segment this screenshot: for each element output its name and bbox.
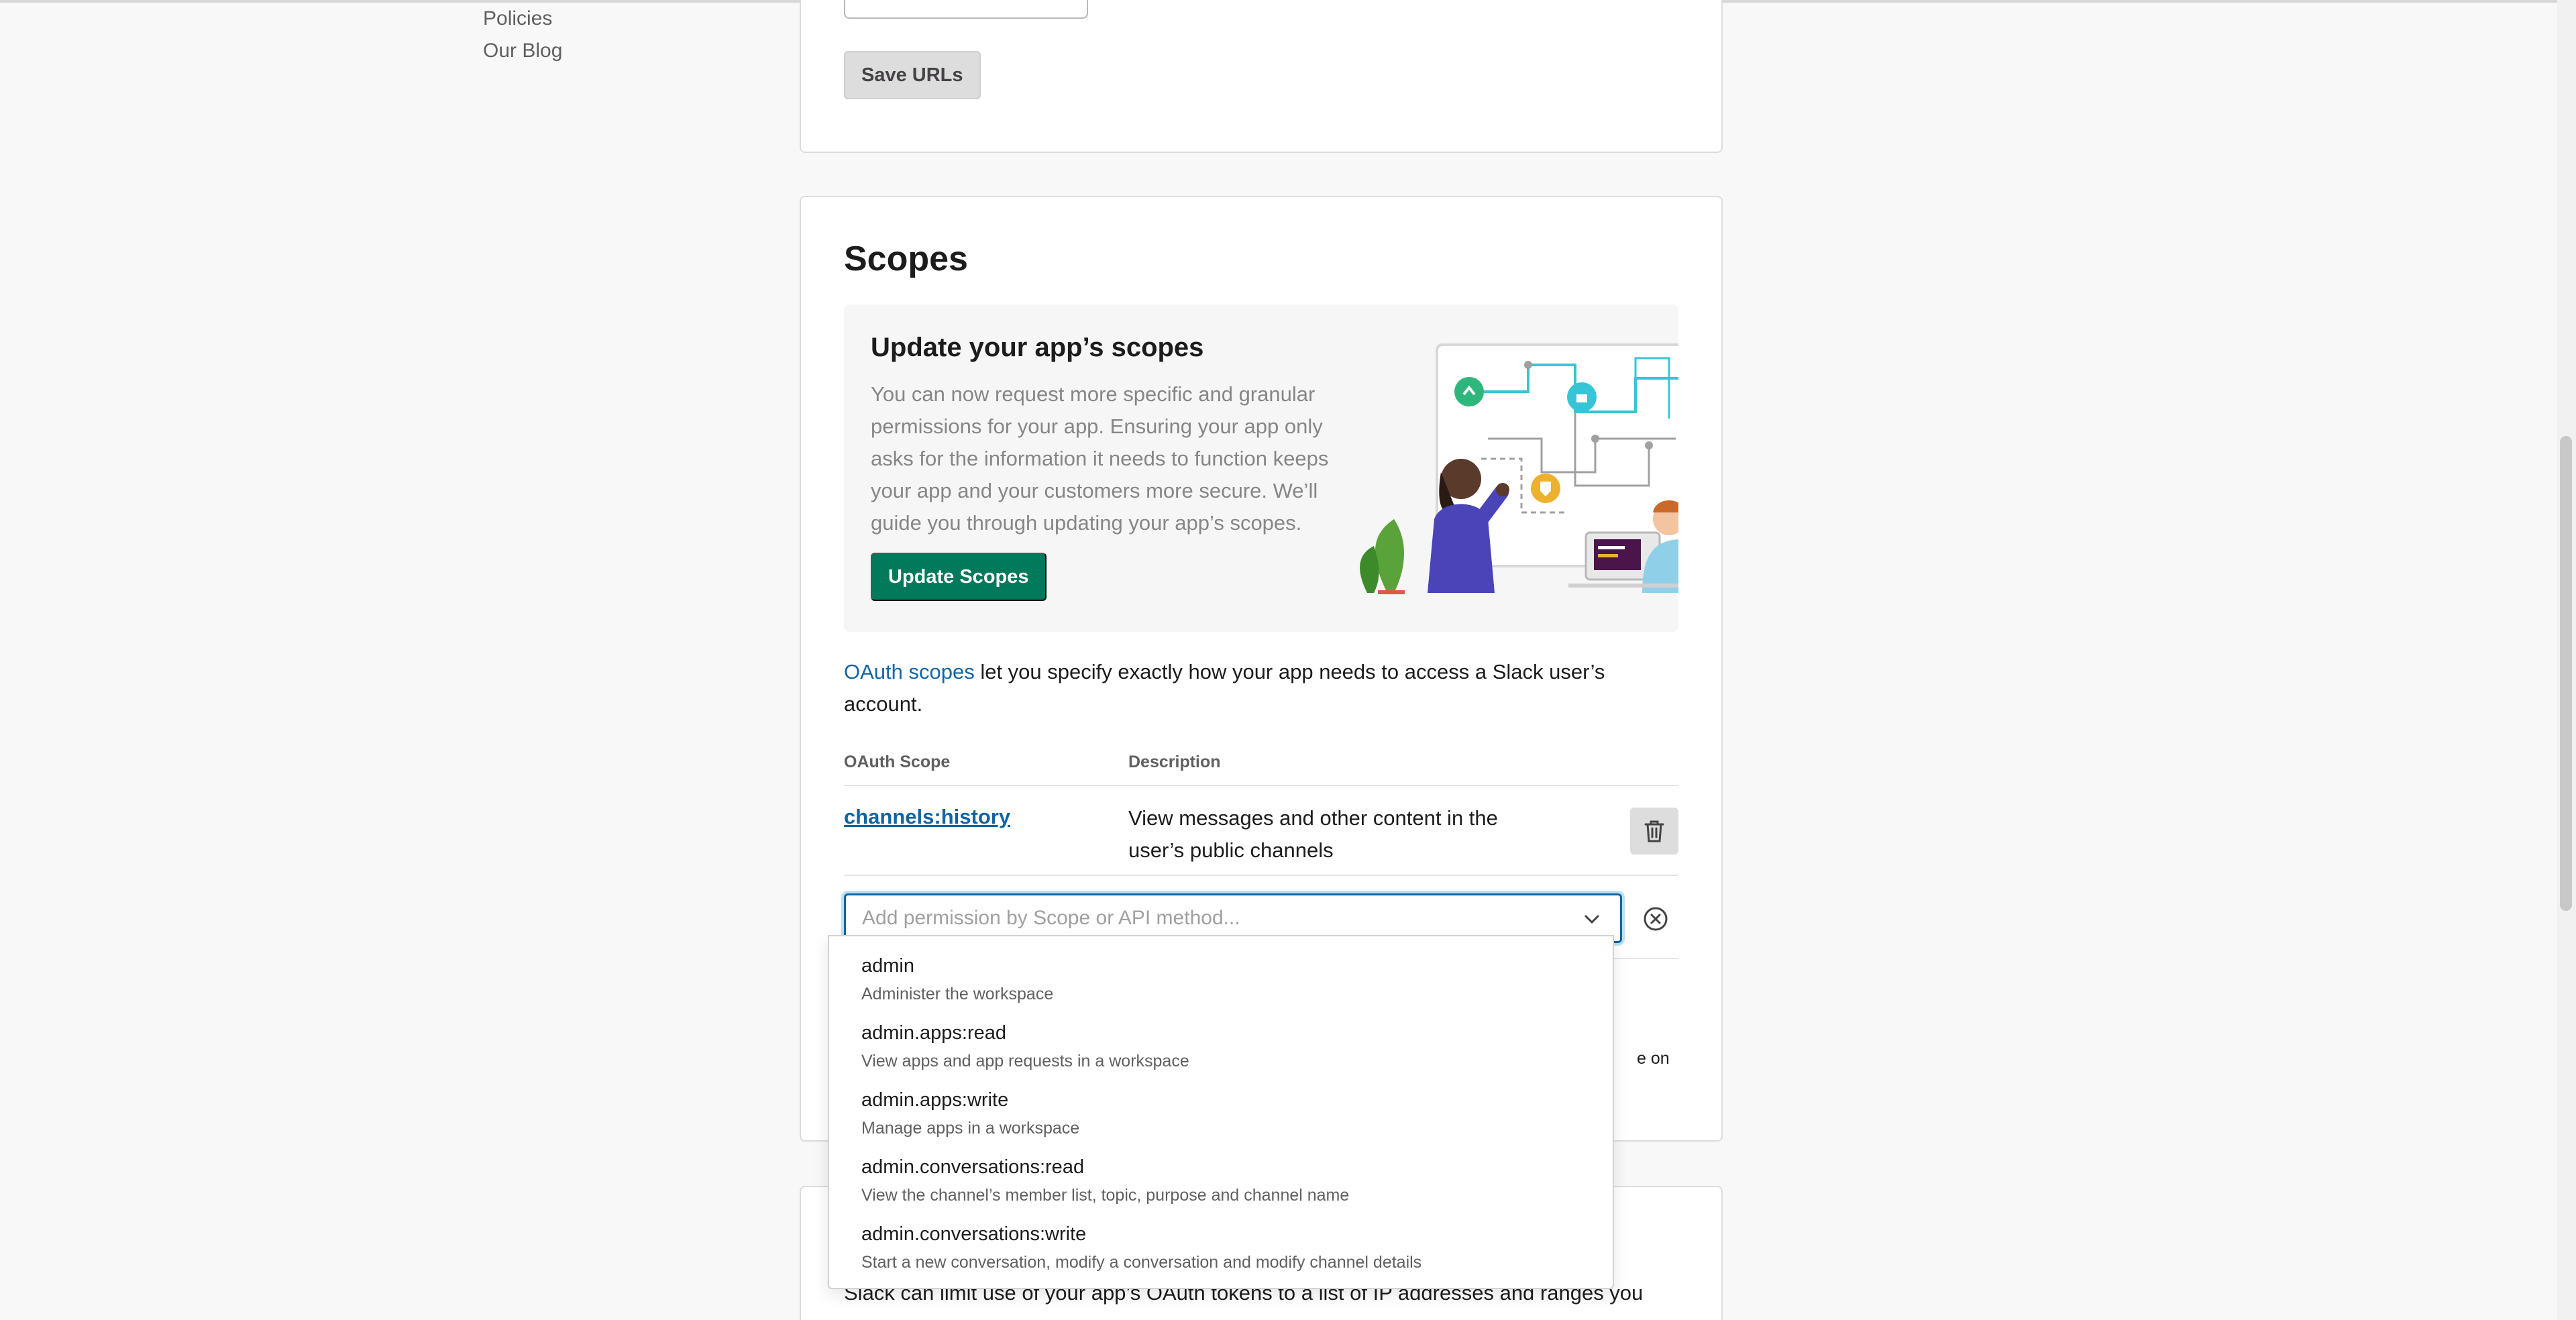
scopes-illustration bbox=[1360, 343, 1678, 594]
scopes-title: Scopes bbox=[844, 239, 968, 278]
oauth-scopes-description: OAuth scopes let you specify exactly how… bbox=[844, 656, 1689, 720]
option-name: admin.apps:write bbox=[861, 1089, 1009, 1111]
option-description: View apps and app requests in a workspac… bbox=[861, 1052, 1189, 1070]
nav-link-policies[interactable]: Policies bbox=[483, 3, 562, 35]
column-header-description: Description bbox=[1128, 753, 1221, 771]
scope-description: View messages and other content in the u… bbox=[1128, 806, 1498, 862]
dropdown-option[interactable]: admin.conversations:write Start a new co… bbox=[829, 1215, 1594, 1282]
nav-link-our-blog[interactable]: Our Blog bbox=[483, 35, 562, 67]
dropdown-option[interactable]: admin.apps:write Manage apps in a worksp… bbox=[829, 1081, 1594, 1148]
promo-title: Update your app’s scopes bbox=[871, 333, 1204, 362]
save-urls-button[interactable]: Save URLs bbox=[844, 51, 981, 99]
delete-scope-button[interactable] bbox=[1630, 808, 1678, 855]
dropdown-option[interactable]: admin.apps:read View apps and app reques… bbox=[829, 1014, 1594, 1081]
page-scrollbar-thumb[interactable] bbox=[2560, 436, 2572, 911]
table-divider bbox=[844, 785, 1678, 786]
option-name: admin.conversations:read bbox=[861, 1156, 1085, 1178]
permission-dropdown[interactable]: admin Administer the workspace admin.app… bbox=[828, 935, 1614, 1289]
option-name: admin.conversations:write bbox=[861, 1223, 1087, 1245]
dropdown-option[interactable]: admin.conversations:read View the channe… bbox=[829, 1148, 1594, 1215]
option-description: View the channel’s member list, topic, p… bbox=[861, 1186, 1350, 1205]
circle-x-icon[interactable] bbox=[1642, 905, 1669, 932]
table-divider bbox=[844, 875, 1678, 876]
redirect-urls-card: Save URLs bbox=[800, 0, 1723, 153]
option-name: admin.apps:read bbox=[861, 1022, 1007, 1044]
scope-link-channels-history[interactable]: channels:history bbox=[844, 805, 1010, 829]
trash-icon bbox=[1644, 820, 1664, 842]
redirect-url-input[interactable] bbox=[844, 0, 1088, 19]
chevron-down-icon[interactable] bbox=[1580, 908, 1603, 931]
oauth-scopes-link[interactable]: OAuth scopes bbox=[844, 660, 975, 683]
option-description: Administer the workspace bbox=[861, 985, 1054, 1003]
option-name: admin bbox=[861, 955, 914, 977]
option-description: Start a new conversation, modify a conve… bbox=[861, 1253, 1422, 1272]
obscured-text-fragment: e on bbox=[1637, 1049, 1670, 1068]
left-nav: Policies Our Blog bbox=[483, 3, 562, 67]
update-scopes-promo: Update your app’s scopes You can now req… bbox=[844, 305, 1678, 632]
dropdown-option[interactable]: admin Administer the workspace bbox=[829, 947, 1594, 1014]
column-header-scope: OAuth Scope bbox=[844, 753, 951, 771]
promo-description: You can now request more specific and gr… bbox=[871, 382, 1329, 535]
option-description: Manage apps in a workspace bbox=[861, 1119, 1080, 1138]
update-scopes-button[interactable]: Update Scopes bbox=[871, 553, 1046, 601]
